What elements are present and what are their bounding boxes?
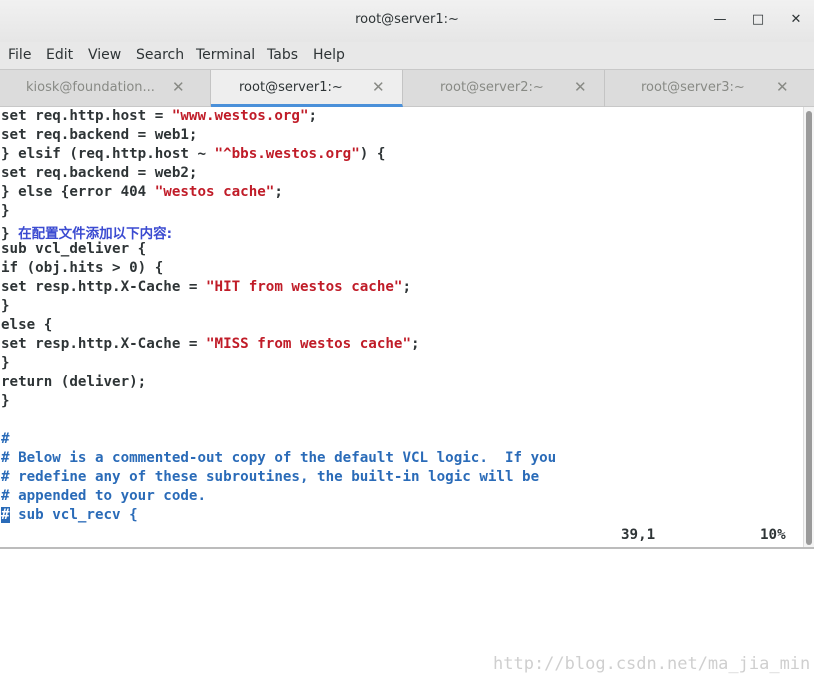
menu-tabs[interactable]: Tabs [267, 47, 298, 63]
menu-search[interactable]: Search [136, 47, 184, 63]
terminal-text: "HIT from westos cache" [206, 279, 403, 295]
tab-label: root@server3:~ [641, 80, 745, 95]
terminal-text: } [1, 355, 10, 371]
terminal-text: set req.backend = web1; [1, 127, 198, 143]
terminal-text: ; [411, 336, 420, 352]
terminal-line: sub vcl_deliver { [1, 241, 146, 260]
terminal-text: } elsif (req.http.host ~ [1, 146, 215, 162]
terminal-text: # appended to your code. [1, 488, 206, 504]
window-title: root@server1:~ [355, 12, 459, 27]
tab-root-server1[interactable]: root@server1:~ ✕ [211, 70, 403, 107]
terminal-line: } else {error 404 "westos cache"; [1, 184, 283, 203]
terminal-text: return (deliver); [1, 374, 147, 390]
terminal-text: "www.westos.org" [171, 108, 309, 124]
tab-label: root@server2:~ [440, 80, 544, 95]
terminal-text: "MISS from westos cache" [206, 336, 411, 352]
terminal-line: set req.backend = web2; [1, 165, 197, 184]
terminal-line: # Below is a commented-out copy of the d… [1, 450, 556, 469]
terminal-line: } 在配置文件添加以下内容: [1, 222, 172, 242]
menu-view[interactable]: View [88, 47, 121, 63]
terminal-text: # Below is a commented-out copy of the d… [1, 450, 557, 466]
terminal-text: # [1, 431, 10, 447]
terminal-line: else { [1, 317, 52, 336]
terminal-text: } else {error 404 [1, 184, 155, 200]
terminal-text: set resp.http.X-Cache = [1, 279, 206, 295]
terminal-text: ) { [359, 146, 386, 162]
terminal-text: sub vcl_recv { [9, 507, 138, 523]
terminal-text: "westos cache" [154, 184, 275, 200]
menu-file[interactable]: File [8, 47, 31, 63]
menu-help[interactable]: Help [313, 47, 345, 63]
terminal-text: ; [402, 279, 412, 295]
tab-close-icon[interactable]: ✕ [776, 78, 789, 96]
terminal-text: ; [274, 184, 283, 200]
window-divider [0, 547, 814, 549]
scroll-percent: 10% [760, 527, 786, 543]
maximize-icon[interactable]: □ [748, 11, 768, 29]
terminal-line: } elsif (req.http.host ~ "^bbs.westos.or… [1, 146, 385, 165]
terminal-line: return (deliver); [1, 374, 146, 393]
tab-label: root@server1:~ [239, 80, 343, 95]
terminal-line: set resp.http.X-Cache = "HIT from westos… [1, 279, 411, 298]
terminal-text: "^bbs.westos.org" [214, 146, 360, 162]
terminal-text: else { [1, 317, 53, 333]
close-icon[interactable]: ✕ [786, 11, 806, 29]
terminal-text: if (obj.hits > 0) { [1, 260, 164, 276]
watermark: http://blog.csdn.net/ma_jia_min [493, 654, 811, 674]
terminal-line: set req.http.host = "www.westos.org"; [1, 108, 317, 127]
terminal-text: } [1, 393, 10, 409]
tab-close-icon[interactable]: ✕ [172, 78, 185, 96]
terminal-text: sub vcl_deliver { [1, 241, 147, 257]
terminal-area[interactable]: 39,1 10% set req.http.host = "www.westos… [0, 107, 803, 547]
terminal-line: if (obj.hits > 0) { [1, 260, 163, 279]
terminal-line: # sub vcl_recv { [1, 507, 138, 526]
text-cursor: # [1, 507, 10, 523]
terminal-line: # [1, 431, 10, 450]
tab-label: kiosk@foundation... [26, 80, 155, 95]
window-titlebar[interactable]: root@server1:~ — □ ✕ [0, 0, 814, 43]
terminal-line: } [1, 355, 10, 374]
terminal-text: set resp.http.X-Cache = [1, 336, 206, 352]
tab-close-icon[interactable]: ✕ [574, 78, 587, 96]
terminal-line: # redefine any of these subroutines, the… [1, 469, 539, 488]
terminal-line: set resp.http.X-Cache = "MISS from westo… [1, 336, 420, 355]
cursor-position: 39,1 [621, 527, 656, 543]
tab-close-icon[interactable]: ✕ [372, 78, 385, 96]
tab-root-server3[interactable]: root@server3:~ ✕ [605, 70, 814, 107]
menu-edit[interactable]: Edit [46, 47, 73, 63]
terminal-text: ; [308, 108, 318, 124]
menu-bar: File Edit View Search Terminal Tabs Help [0, 42, 814, 69]
terminal-line: set req.backend = web1; [1, 127, 197, 146]
terminal-line: # appended to your code. [1, 488, 206, 507]
terminal-text: set req.http.host = [1, 108, 172, 124]
terminal-line: } [1, 393, 10, 412]
terminal-text: } [1, 226, 19, 242]
terminal-text: # redefine any of these subroutines, the… [1, 469, 540, 485]
terminal-scrollbar[interactable] [803, 107, 814, 547]
tab-root-server2[interactable]: root@server2:~ ✕ [403, 70, 605, 107]
scrollbar-thumb[interactable] [806, 111, 812, 545]
tab-kiosk-foundation[interactable]: kiosk@foundation... ✕ [0, 70, 211, 107]
minimize-icon[interactable]: — [710, 11, 730, 29]
terminal-line: } [1, 298, 10, 317]
terminal-line: } [1, 203, 10, 222]
terminal-text: } [1, 298, 10, 314]
menu-terminal[interactable]: Terminal [196, 47, 255, 63]
tab-bar: kiosk@foundation... ✕ root@server1:~ ✕ r… [0, 69, 814, 107]
terminal-text: set req.backend = web2; [1, 165, 198, 181]
terminal-text: 在配置文件添加以下内容: [18, 226, 172, 242]
terminal-text: } [1, 203, 10, 219]
